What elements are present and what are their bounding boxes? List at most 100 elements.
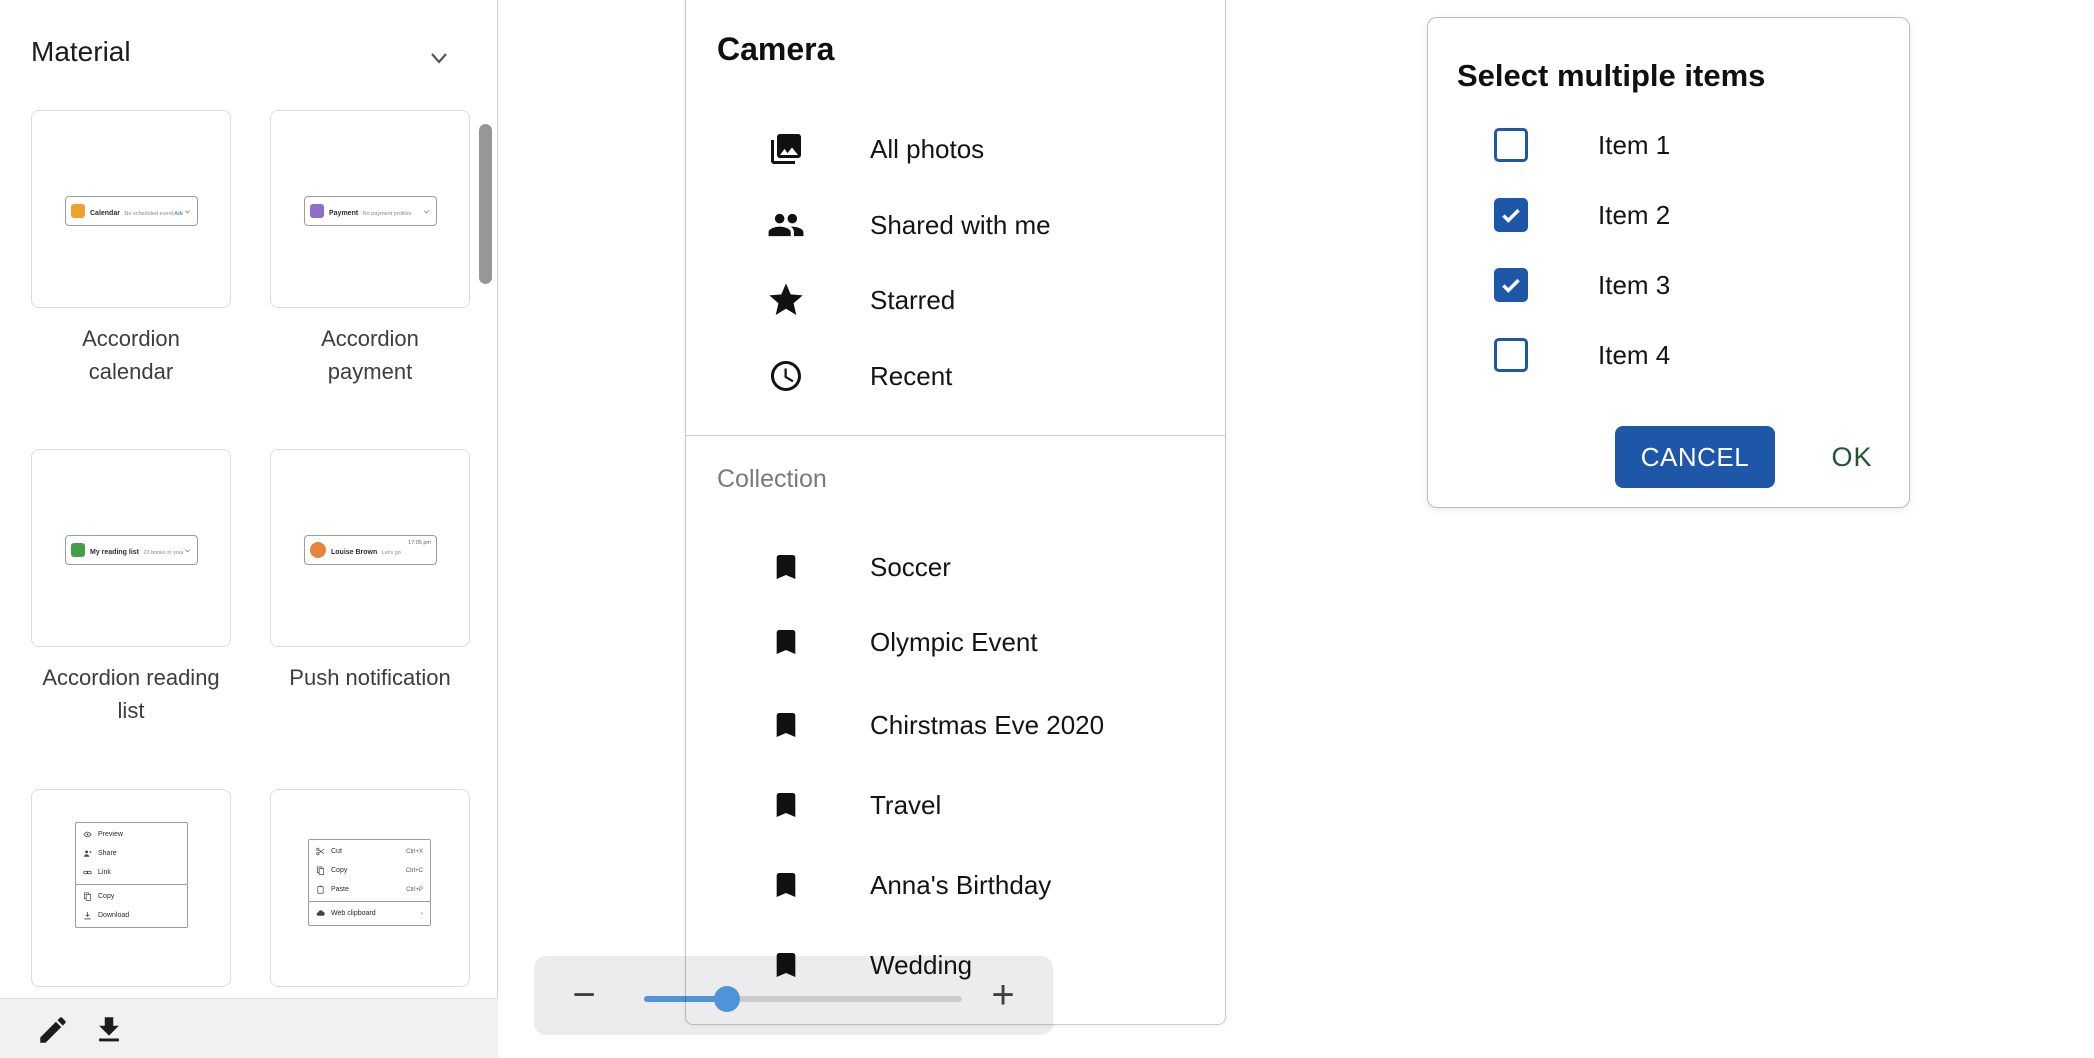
card-label: Accordion reading list (31, 661, 231, 727)
collection-item-olympic-event[interactable]: Olympic Event (686, 612, 1225, 672)
library-card-context-menu-shortcuts[interactable]: Cut Ctrl+X Copy Ctrl+C Paste Ctrl+P (270, 789, 470, 987)
mini-subtitle: No scheduled event (124, 211, 173, 217)
copy-icon (83, 892, 92, 901)
dialog-title: Select multiple items (1457, 58, 1765, 94)
library-card-push-notification[interactable]: Louise Brown Let's go 17:05 pm (270, 449, 470, 647)
bookmark-icon (764, 709, 808, 741)
mini-accordion: My reading list 23 books in your library (65, 535, 198, 565)
library-card-context-menu[interactable]: Preview Share Link (31, 789, 231, 987)
bookmark-icon (764, 626, 808, 658)
checkbox[interactable] (1494, 338, 1528, 372)
sidebar-scrollbar[interactable] (479, 124, 492, 284)
mini-menu-item: Paste Ctrl+P (309, 880, 430, 899)
chevron-down-icon (422, 207, 431, 216)
mini-subtitle: Let's go (382, 550, 401, 556)
collection-item-christmas-eve[interactable]: Chirstmas Eve 2020 (686, 695, 1225, 755)
thumbnail: Louise Brown Let's go 17:05 pm (270, 449, 470, 647)
thumbnail: Payment No payment profiles (270, 110, 470, 308)
mini-menu: Preview Share Link (75, 822, 188, 928)
star-icon (764, 280, 808, 320)
download-icon[interactable] (92, 1013, 126, 1047)
mini-menu-item: Share (76, 844, 187, 863)
mini-menu-item: Cut Ctrl+X (309, 842, 430, 861)
book-icon (71, 543, 85, 557)
library-sidebar: Material Calendar No scheduled event Add… (0, 0, 498, 1058)
bookmark-icon (764, 789, 808, 821)
mini-title: Payment (329, 210, 358, 217)
mini-time: 17:05 pm (408, 540, 431, 546)
card-label: Push notification (270, 661, 470, 694)
thumbnail: My reading list 23 books in your library (31, 449, 231, 647)
select-items-dialog[interactable]: Select multiple items Item 1 Item 2 (1427, 17, 1910, 508)
mini-menu-item: Download (76, 906, 187, 925)
mini-menu-item: Copy Ctrl+C (309, 861, 430, 880)
scissors-icon (316, 847, 325, 856)
collection-section-title: Collection (717, 465, 827, 494)
mini-accordion: Calendar No scheduled event Add New (65, 196, 198, 226)
eye-icon (83, 830, 92, 839)
cancel-button[interactable]: CANCEL (1615, 426, 1775, 488)
cloud-icon (316, 909, 325, 918)
thumbnail: Preview Share Link (31, 789, 231, 987)
card-label: Accordion payment (270, 322, 470, 388)
checkbox-row: Item 3 (1494, 260, 1670, 310)
camera-menu-item-shared[interactable]: Shared with me (686, 195, 1225, 255)
checkbox-label: Item 1 (1598, 130, 1670, 161)
mini-menu-item: Preview (76, 825, 187, 844)
checkbox-row: Item 1 (1494, 120, 1670, 170)
camera-panel-title: Camera (717, 31, 834, 68)
mini-title: Louise Brown (331, 549, 377, 556)
calendar-icon (71, 204, 85, 218)
mini-title: My reading list (90, 549, 139, 556)
camera-menu-item-recent[interactable]: Recent (686, 346, 1225, 406)
photo-library-icon (764, 131, 808, 167)
person-add-icon (83, 849, 92, 858)
chevron-down-icon (183, 207, 192, 216)
chevron-down-icon (183, 546, 192, 555)
collection-item-annas-birthday[interactable]: Anna's Birthday (686, 855, 1225, 915)
camera-menu-item-all-photos[interactable]: All photos (686, 119, 1225, 179)
camera-menu-item-starred[interactable]: Starred (686, 270, 1225, 330)
thumbnail: Calendar No scheduled event Add New (31, 110, 231, 308)
zoom-slider-handle[interactable] (714, 986, 740, 1012)
checkbox[interactable] (1494, 198, 1528, 232)
collection-item-travel[interactable]: Travel (686, 775, 1225, 835)
clock-icon (764, 358, 808, 394)
mini-notification: Louise Brown Let's go 17:05 pm (304, 535, 437, 565)
download-icon (83, 911, 92, 920)
mini-menu-item: Web clipboard › (309, 904, 430, 923)
ok-button[interactable]: OK (1810, 426, 1894, 488)
camera-wireframe-panel[interactable]: Camera All photos Shared with me Starred (685, 0, 1226, 1025)
collection-item-soccer[interactable]: Soccer (686, 537, 1225, 597)
avatar (310, 542, 326, 558)
mini-accordion: Payment No payment profiles (304, 196, 437, 226)
screen: Material Calendar No scheduled event Add… (0, 0, 2094, 1058)
zoom-out-button[interactable]: − (567, 956, 601, 1035)
mini-title: Calendar (90, 210, 120, 217)
zoom-bar: − + (534, 956, 1053, 1035)
chevron-down-icon[interactable] (427, 46, 451, 70)
mini-subtitle: 23 books in your library (143, 550, 183, 556)
mini-menu-item: Link (76, 863, 187, 882)
zoom-slider-track[interactable] (644, 996, 962, 1002)
checkbox-label: Item 2 (1598, 200, 1670, 231)
checkbox[interactable] (1494, 128, 1528, 162)
zoom-in-button[interactable]: + (986, 956, 1020, 1035)
bookmark-icon (764, 551, 808, 583)
thumbnail: Cut Ctrl+X Copy Ctrl+C Paste Ctrl+P (270, 789, 470, 987)
library-card-accordion-payment[interactable]: Payment No payment profiles (270, 110, 470, 308)
checkbox[interactable] (1494, 268, 1528, 302)
paste-icon (316, 885, 325, 894)
sidebar-footer (0, 998, 498, 1058)
design-canvas[interactable]: Camera All photos Shared with me Starred (499, 0, 2094, 1058)
edit-pencil-icon[interactable] (36, 1013, 70, 1047)
checkbox-row: Item 2 (1494, 190, 1670, 240)
mini-subtitle: No payment profiles (363, 211, 412, 217)
library-card-accordion-calendar[interactable]: Calendar No scheduled event Add New (31, 110, 231, 308)
checkbox-row: Item 4 (1494, 330, 1670, 380)
divider (686, 435, 1225, 436)
card-label: Accordion calendar (31, 322, 231, 388)
link-icon (83, 868, 92, 877)
library-card-accordion-reading-list[interactable]: My reading list 23 books in your library (31, 449, 231, 647)
mini-link: Add New (174, 211, 183, 217)
